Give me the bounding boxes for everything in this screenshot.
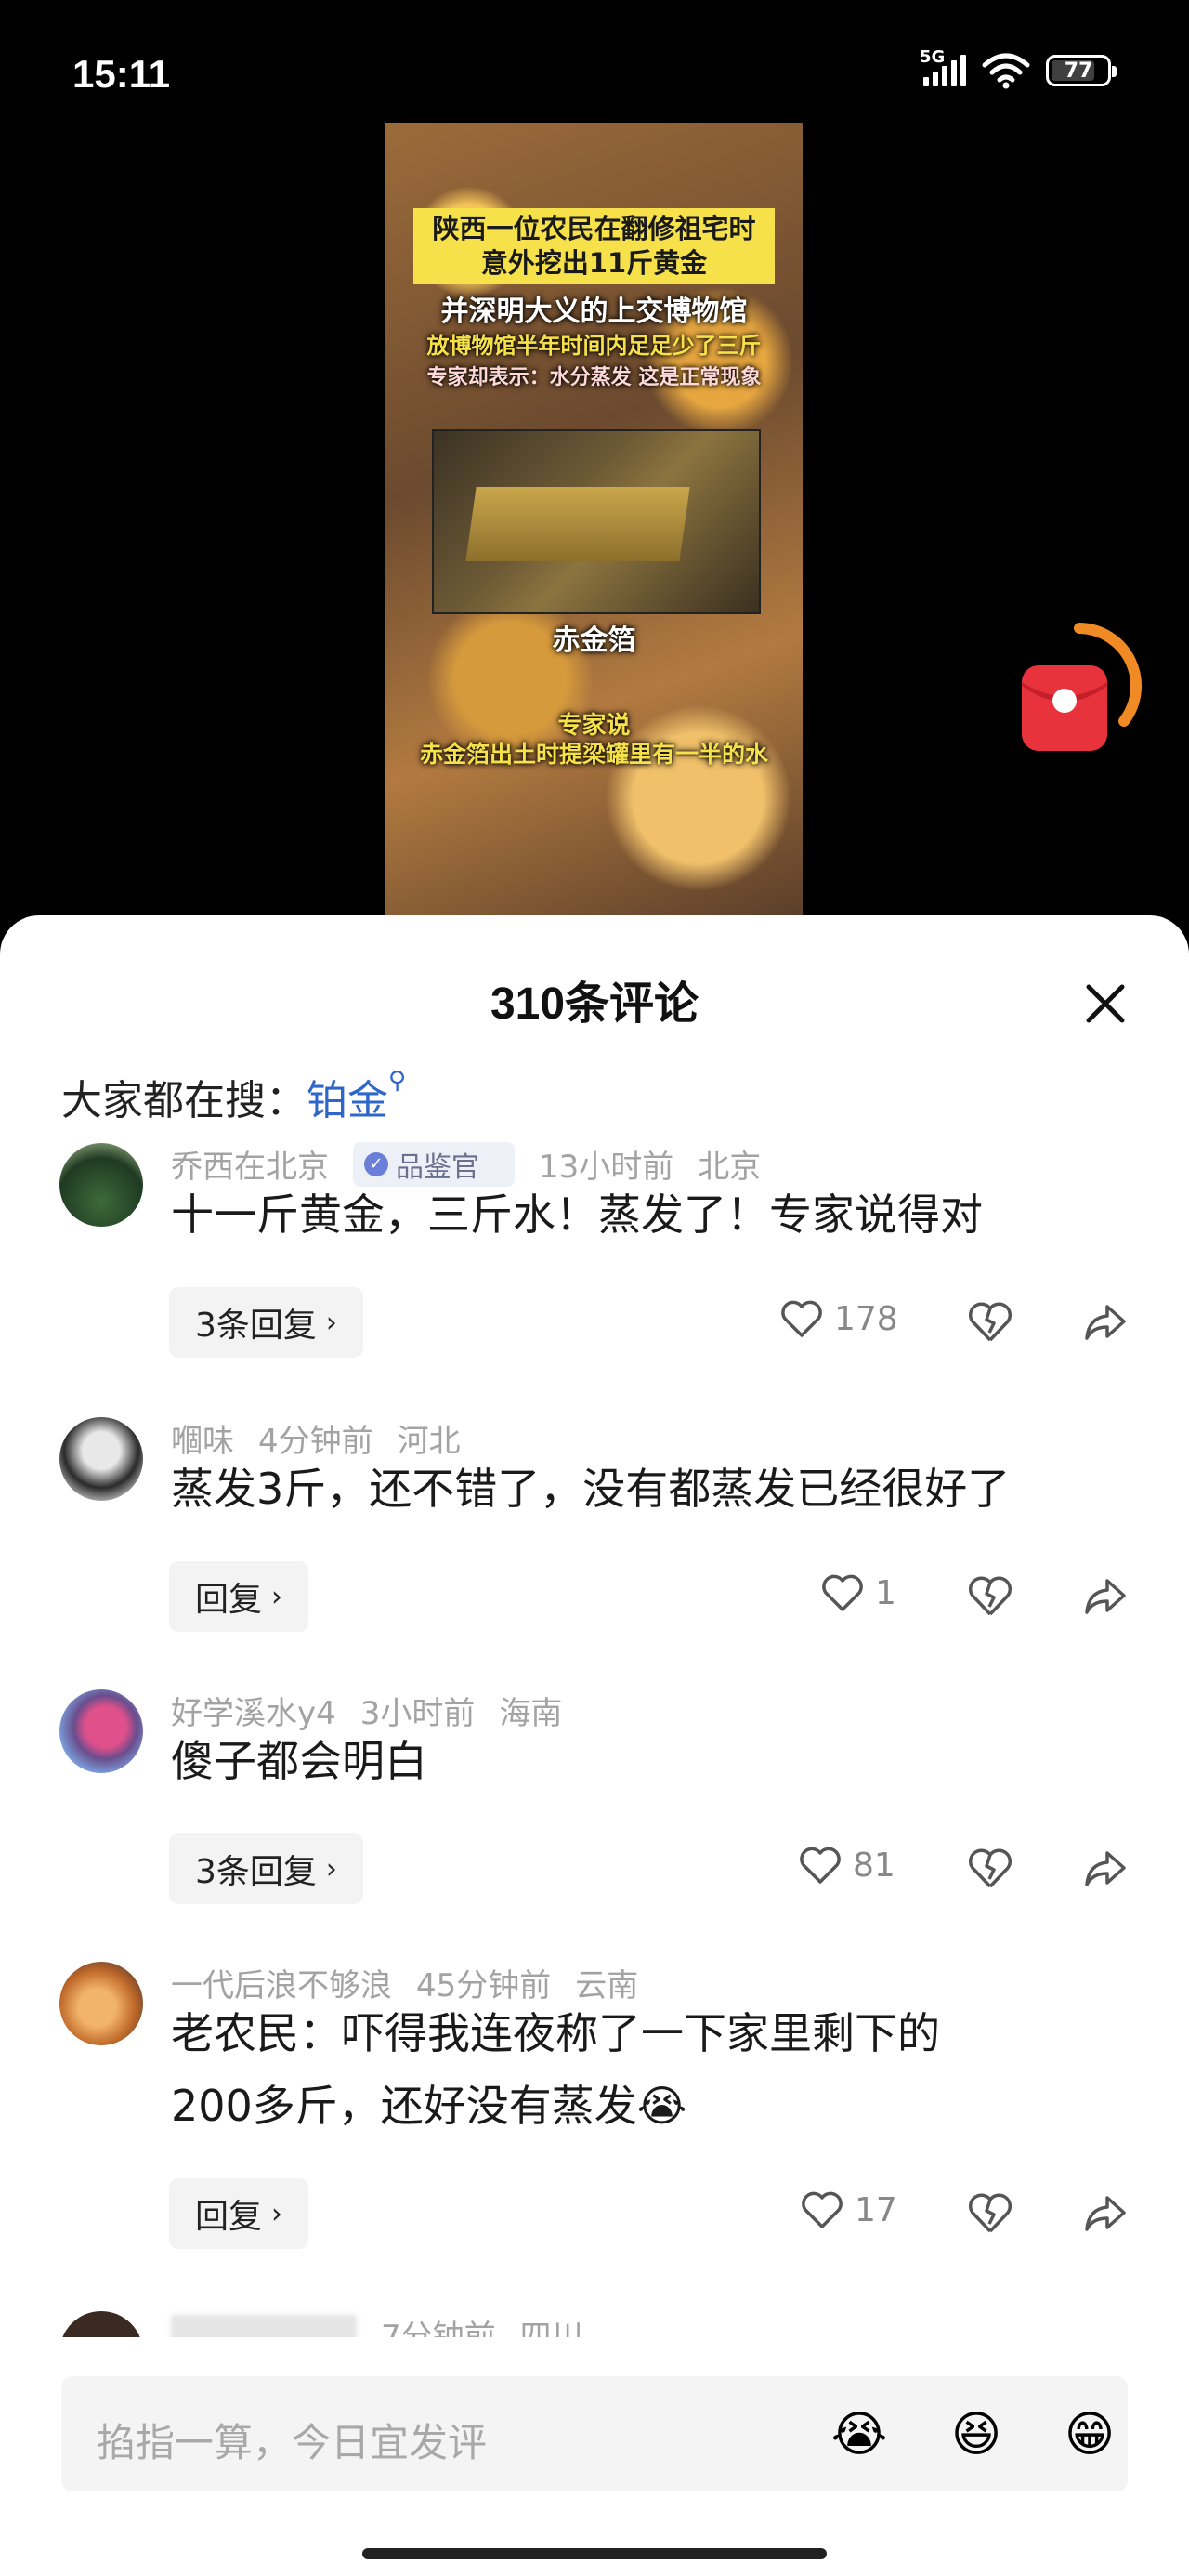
video-subtitle-2: 放博物馆半年时间内足足少了三斤 (426, 333, 762, 359)
like-button[interactable]: 81 (799, 1846, 895, 1885)
comment-text-line1: 老农民：吓得我连夜称了一下家里剩下的 (171, 2008, 940, 2058)
comment-input-placeholder: 掐指一算，今日宜发评 (97, 2420, 488, 2465)
comment-location: 四川 (519, 2319, 583, 2337)
status-time: 15:11 (72, 52, 171, 96)
chevron-right-icon: › (271, 2197, 283, 2230)
battery-level: 77 (1064, 59, 1093, 83)
cellular-signal-icon: 5G (920, 47, 966, 86)
reply-button[interactable]: 回复 › (169, 2178, 309, 2249)
close-icon[interactable] (1078, 976, 1133, 1032)
comment-text: 蒸发3斤，还不错了，没有都蒸发已经很好了 (171, 1464, 1011, 1514)
like-count: 1 (875, 1573, 896, 1612)
search-icon: ⚲ (388, 1067, 407, 1095)
like-count: 178 (834, 1299, 898, 1338)
like-button[interactable]: 178 (780, 1299, 898, 1338)
battery-icon: 77 (1046, 55, 1117, 86)
avatar[interactable] (59, 1143, 143, 1227)
heart-icon (781, 1300, 822, 1337)
comment-meta: 7分钟前 四川 (381, 2311, 608, 2337)
dislike-broken-heart-icon[interactable] (966, 1844, 1014, 1892)
dislike-broken-heart-icon[interactable] (966, 1571, 1014, 1620)
like-button[interactable]: 17 (801, 2190, 897, 2229)
comment-text-line2: 200多斤，还好没有蒸发😭 (171, 2081, 687, 2131)
video-headline-line2: 意外挖出11斤黄金 (480, 247, 708, 279)
heart-icon (802, 2191, 843, 2228)
emoji-crying-laughing-icon[interactable]: 😭 (827, 2402, 892, 2467)
gold-foil-photo (432, 429, 761, 614)
reply-label: 3条回复 (195, 1307, 317, 1345)
expert-text: 赤金箔出土时提梁罐里有一半的水 (419, 741, 768, 768)
share-icon[interactable] (1081, 1297, 1130, 1346)
trending-search-prefix: 大家都在搜： (61, 1077, 307, 1124)
share-icon[interactable] (1081, 1844, 1130, 1892)
heart-icon (822, 1574, 863, 1611)
red-packet-icon[interactable] (1014, 621, 1143, 758)
video-subtitle-1: 并深明大义的上交博物馆 (440, 296, 748, 328)
comments-sheet: 310条评论 大家都在搜：铂金⚲ 乔西在北京 ✓ 品鉴官 13小时前 北京 十一斤… (0, 915, 1189, 2576)
video-headline-line1: 陕西一位农民在翻修祖宅时 (432, 213, 756, 244)
comment-text: 傻子都会明白 (171, 1736, 427, 1786)
home-indicator[interactable] (362, 2548, 827, 2559)
dislike-broken-heart-icon[interactable] (966, 1297, 1014, 1346)
status-icons: 5G 77 (920, 47, 1117, 89)
avatar[interactable] (59, 1962, 143, 2045)
share-icon[interactable] (1081, 1571, 1130, 1620)
view-replies-button[interactable]: 3条回复 › (169, 1833, 363, 1904)
dislike-broken-heart-icon[interactable] (966, 2188, 1014, 2237)
reply-label: 3条回复 (195, 1853, 317, 1891)
partial-comment: 7分钟前 四川 (0, 2309, 1189, 2337)
like-count: 17 (855, 2190, 897, 2229)
verified-check-icon: ✓ (364, 1151, 388, 1176)
comment-input[interactable]: 掐指一算，今日宜发评 😭 😆 😁 (61, 2376, 1128, 2491)
trending-search-keyword[interactable]: 铂金 (307, 1077, 388, 1124)
avatar[interactable] (59, 1417, 143, 1501)
network-type: 5G (920, 47, 946, 67)
share-icon[interactable] (1081, 2188, 1130, 2237)
reply-label: 回复 (195, 2198, 263, 2236)
video-player[interactable]: 陕西一位农民在翻修祖宅时 意外挖出11斤黄金 并深明大义的上交博物馆 放博物馆半… (385, 123, 803, 917)
video-subtitle-3: 专家却表示：水分蒸发 这是正常现象 (426, 366, 762, 389)
reply-button[interactable]: 回复 › (169, 1561, 309, 1632)
chevron-right-icon: › (325, 1852, 337, 1886)
wifi-icon (982, 53, 1030, 89)
reply-label: 回复 (195, 1581, 263, 1619)
comments-title: 310条评论 (490, 979, 699, 1029)
like-count: 81 (853, 1846, 895, 1885)
video-headline: 陕西一位农民在翻修祖宅时 意外挖出11斤黄金 (413, 208, 775, 284)
view-replies-button[interactable]: 3条回复 › (169, 1287, 363, 1358)
blurred-username (171, 2315, 357, 2337)
avatar[interactable] (59, 1689, 143, 1773)
photo-caption: 赤金箔 (552, 624, 636, 657)
comment-text: 十一斤黄金，三斤水！蒸发了！专家说得对 (171, 1189, 983, 1240)
emoji-beaming-icon[interactable]: 😁 (1057, 2402, 1122, 2467)
chevron-right-icon: › (325, 1306, 337, 1339)
status-bar: 15:11 5G 77 (0, 0, 1189, 112)
comment-time: 7分钟前 (381, 2319, 496, 2337)
trending-search[interactable]: 大家都在搜：铂金⚲ (61, 1067, 406, 1126)
chevron-right-icon: › (271, 1580, 283, 1613)
emoji-grinning-squint-icon[interactable]: 😆 (944, 2402, 1009, 2467)
heart-icon (800, 1847, 841, 1884)
like-button[interactable]: 1 (821, 1573, 896, 1612)
avatar[interactable] (59, 2311, 143, 2337)
